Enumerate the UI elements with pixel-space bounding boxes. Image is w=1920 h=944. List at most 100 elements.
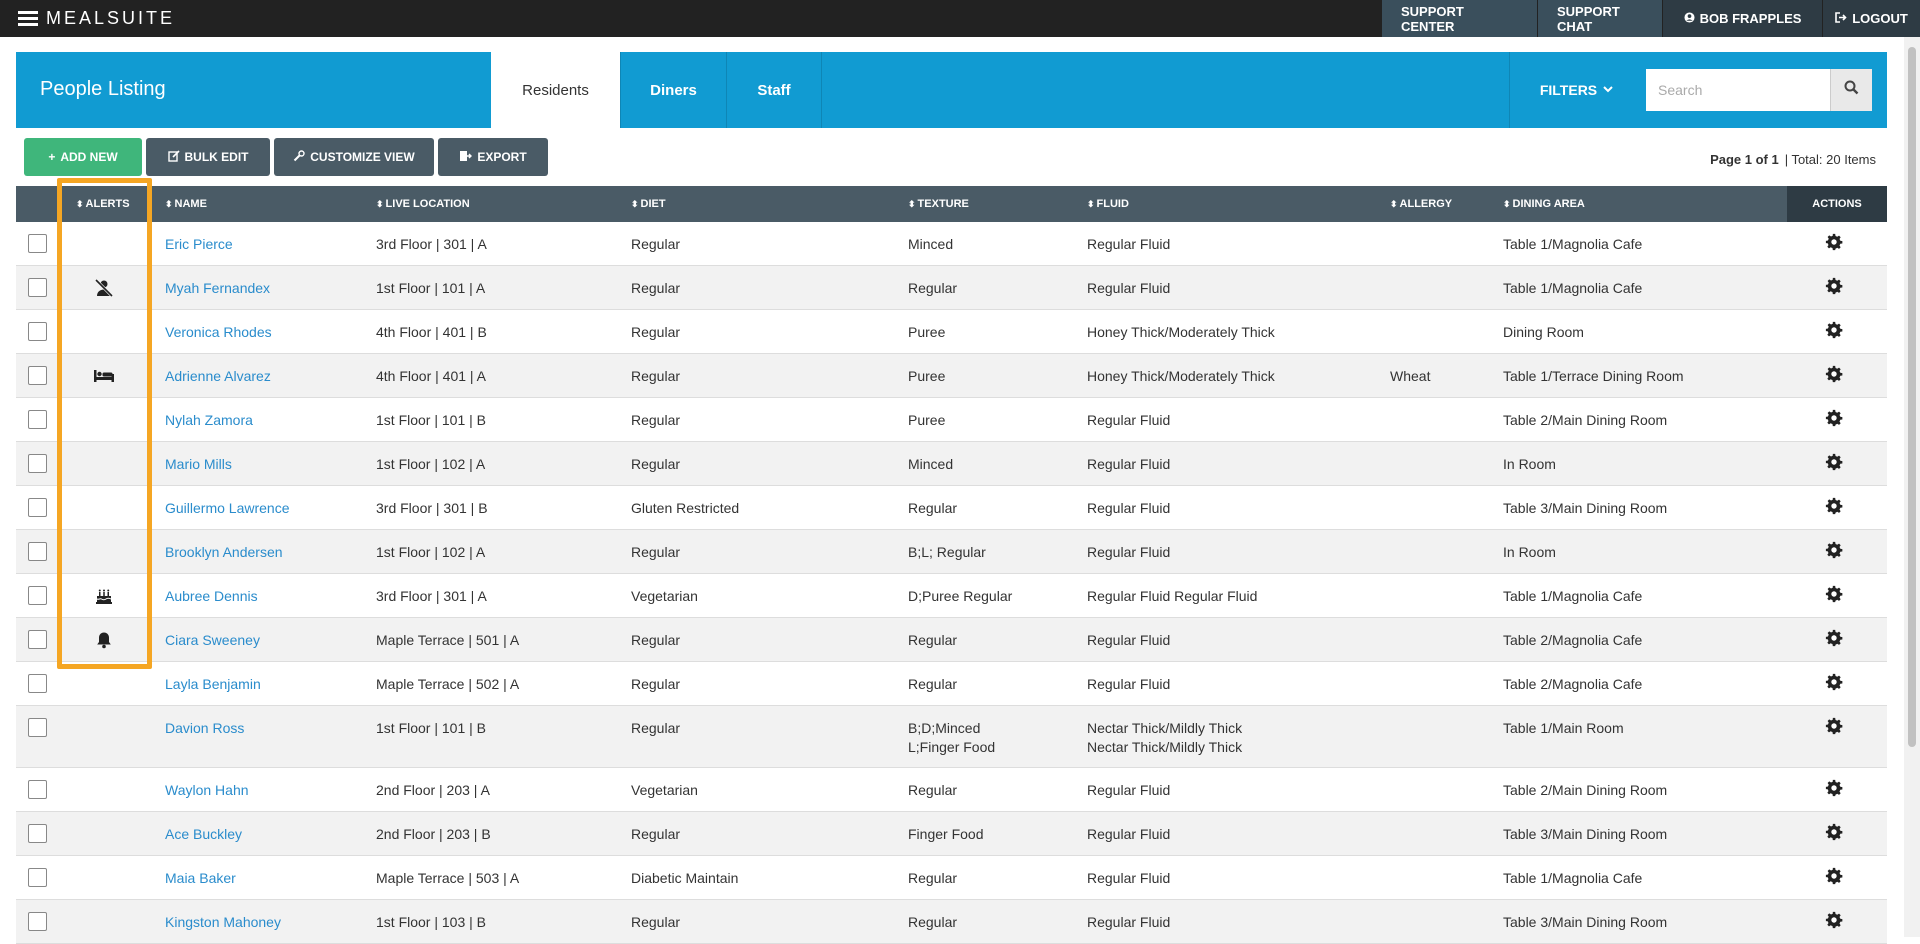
row-checkbox[interactable] xyxy=(28,542,47,561)
row-checkbox[interactable] xyxy=(28,234,47,253)
brand[interactable]: MEALSUITE xyxy=(18,0,175,37)
tab-residents[interactable]: Residents xyxy=(491,52,621,128)
export-button[interactable]: EXPORT xyxy=(438,138,548,176)
bulk-edit-button[interactable]: BULK EDIT xyxy=(146,138,270,176)
dining-area-cell: Table 2/Magnolia Cafe xyxy=(1503,676,1643,692)
user-menu[interactable]: BOB FRAPPLES xyxy=(1662,0,1822,37)
row-checkbox[interactable] xyxy=(28,912,47,931)
resident-name-link[interactable]: Mario Mills xyxy=(165,455,232,474)
gear-icon[interactable] xyxy=(1825,453,1845,473)
column-dining-area[interactable]: ⬍ DINING AREA xyxy=(1503,186,1585,222)
live-location-cell: 3rd Floor | 301 | A xyxy=(376,236,487,252)
no-person-icon[interactable] xyxy=(92,278,116,298)
row-checkbox[interactable] xyxy=(28,454,47,473)
column-diet[interactable]: ⬍ DIET xyxy=(631,186,666,222)
resident-name-link[interactable]: Guillermo Lawrence xyxy=(165,499,290,518)
support-center-link[interactable]: SUPPORT CENTER xyxy=(1381,0,1537,37)
vertical-scrollbar[interactable] xyxy=(1904,37,1920,937)
column-actions: ACTIONS xyxy=(1787,186,1887,222)
fluid-cell: Regular Fluid xyxy=(1087,676,1171,692)
gear-icon[interactable] xyxy=(1825,585,1845,605)
diet-cell: Regular xyxy=(631,324,681,340)
row-checkbox[interactable] xyxy=(28,824,47,843)
brand-logo: MEALSUITE xyxy=(46,8,176,28)
logout-button[interactable]: LOGOUT xyxy=(1822,0,1920,37)
column-name[interactable]: ⬍ NAME xyxy=(165,186,207,222)
resident-name-link[interactable]: Veronica Rhodes xyxy=(165,323,272,342)
row-checkbox[interactable] xyxy=(28,780,47,799)
filters-dropdown[interactable]: FILTERS xyxy=(1509,52,1643,128)
texture-cell: Puree xyxy=(908,324,946,340)
gear-icon[interactable] xyxy=(1825,497,1845,517)
diet-cell: Regular xyxy=(631,412,681,428)
sort-icon: ⬍ xyxy=(908,198,916,209)
texture-cell: D;Puree Regular xyxy=(908,588,1013,604)
menu-icon[interactable] xyxy=(18,11,38,26)
search-input[interactable] xyxy=(1646,69,1830,111)
resident-name-link[interactable]: Kingston Mahoney xyxy=(165,913,281,932)
column-live-location[interactable]: ⬍ LIVE LOCATION xyxy=(376,186,470,222)
top-bar: MEALSUITE SUPPORT CENTER SUPPORT CHAT BO… xyxy=(0,0,1920,37)
column-alerts[interactable]: ⬍ ALERTS xyxy=(76,186,130,222)
search-button[interactable] xyxy=(1830,69,1872,111)
gear-icon[interactable] xyxy=(1825,629,1845,649)
column-fluid[interactable]: ⬍ FLUID xyxy=(1087,186,1129,222)
gear-icon[interactable] xyxy=(1825,541,1845,561)
column-texture[interactable]: ⬍ TEXTURE xyxy=(908,186,969,222)
residents-table: ⬍ ALERTS ⬍ NAME ⬍ LIVE LOCATION ⬍ DIET ⬍ TEXT… xyxy=(16,186,1887,944)
gear-icon[interactable] xyxy=(1825,365,1845,385)
resident-name-link[interactable]: Brooklyn Andersen xyxy=(165,543,283,562)
resident-name-link[interactable]: Myah Fernandex xyxy=(165,279,270,298)
gear-icon[interactable] xyxy=(1825,277,1845,297)
add-new-button[interactable]: + ADD NEW xyxy=(24,138,142,176)
tab-diners[interactable]: Diners xyxy=(621,52,727,128)
gear-icon[interactable] xyxy=(1825,867,1845,887)
resident-name-link[interactable]: Maia Baker xyxy=(165,869,236,888)
row-checkbox[interactable] xyxy=(28,630,47,649)
row-checkbox[interactable] xyxy=(28,868,47,887)
fluid-cell: Regular Fluid xyxy=(1087,544,1171,560)
gear-icon[interactable] xyxy=(1825,409,1845,429)
row-checkbox[interactable] xyxy=(28,278,47,297)
live-location-cell: 2nd Floor | 203 | A xyxy=(376,782,490,798)
logout-icon xyxy=(1835,11,1847,26)
gear-icon[interactable] xyxy=(1825,233,1845,253)
table-row: Ciara Sweeney Maple Terrace | 501 | A Regu… xyxy=(16,618,1887,662)
row-checkbox[interactable] xyxy=(28,586,47,605)
bell-icon[interactable] xyxy=(92,630,116,650)
scrollbar-thumb[interactable] xyxy=(1908,47,1916,747)
plus-icon: + xyxy=(48,150,56,164)
support-chat-link[interactable]: SUPPORT CHAT xyxy=(1537,0,1662,37)
resident-name-link[interactable]: Waylon Hahn xyxy=(165,781,249,800)
bed-icon[interactable] xyxy=(92,366,116,386)
gear-icon[interactable] xyxy=(1825,673,1845,693)
fluid-cell: Regular Fluid xyxy=(1087,914,1171,930)
row-checkbox[interactable] xyxy=(28,674,47,693)
diet-cell: Regular xyxy=(631,676,681,692)
resident-name-link[interactable]: Davion Ross xyxy=(165,719,244,738)
gear-icon[interactable] xyxy=(1825,823,1845,843)
tab-staff[interactable]: Staff xyxy=(727,52,822,128)
gear-icon[interactable] xyxy=(1825,911,1845,931)
fluid-cell: Honey Thick/Moderately Thick xyxy=(1087,368,1275,384)
texture-cell: B;L; Regular xyxy=(908,544,986,560)
gear-icon[interactable] xyxy=(1825,321,1845,341)
row-checkbox[interactable] xyxy=(28,718,47,737)
birthday-cake-icon[interactable] xyxy=(92,586,116,606)
diet-cell: Gluten Restricted xyxy=(631,500,740,516)
resident-name-link[interactable]: Nylah Zamora xyxy=(165,411,253,430)
resident-name-link[interactable]: Ace Buckley xyxy=(165,825,242,844)
gear-icon[interactable] xyxy=(1825,779,1845,799)
row-checkbox[interactable] xyxy=(28,322,47,341)
resident-name-link[interactable]: Layla Benjamin xyxy=(165,675,261,694)
gear-icon[interactable] xyxy=(1825,717,1845,737)
resident-name-link[interactable]: Ciara Sweeney xyxy=(165,631,260,650)
resident-name-link[interactable]: Aubree Dennis xyxy=(165,587,258,606)
customize-view-button[interactable]: CUSTOMIZE VIEW xyxy=(274,138,434,176)
resident-name-link[interactable]: Eric Pierce xyxy=(165,235,233,254)
column-allergy[interactable]: ⬍ ALLERGY xyxy=(1390,186,1452,222)
row-checkbox[interactable] xyxy=(28,410,47,429)
resident-name-link[interactable]: Adrienne Alvarez xyxy=(165,367,271,386)
row-checkbox[interactable] xyxy=(28,366,47,385)
row-checkbox[interactable] xyxy=(28,498,47,517)
